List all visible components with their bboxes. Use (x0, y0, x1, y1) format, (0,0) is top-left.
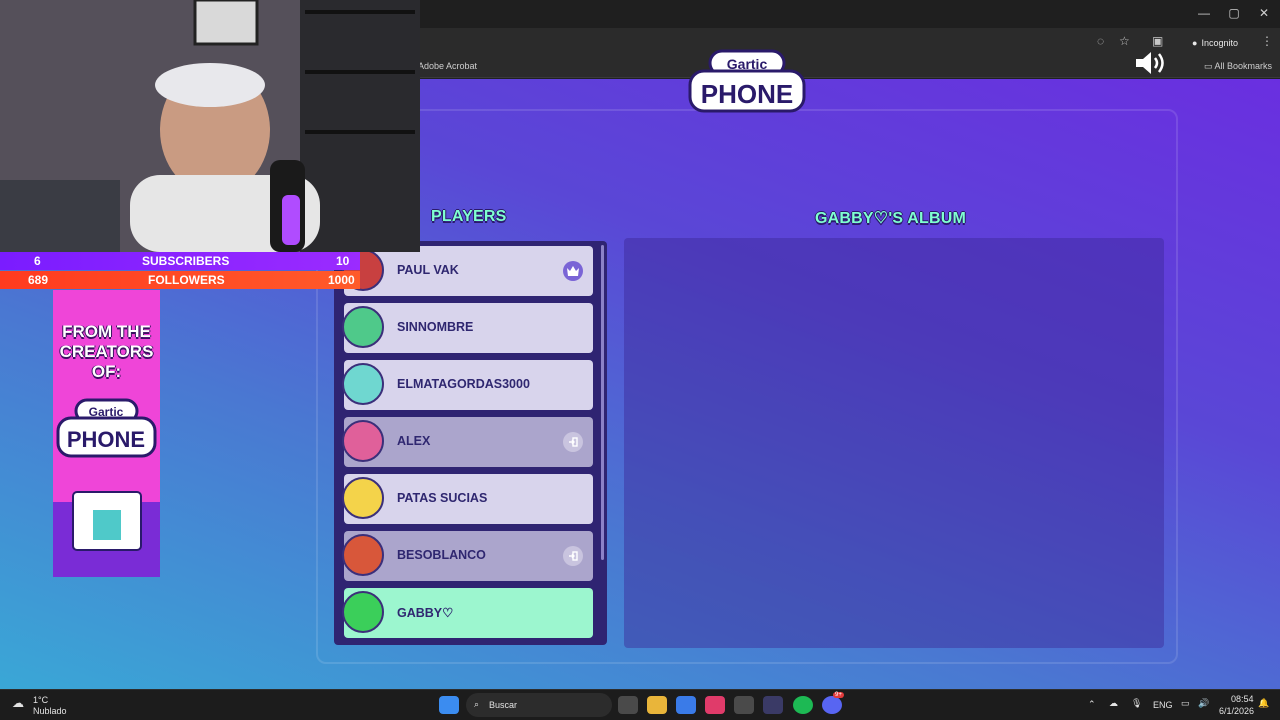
network-icon[interactable]: ▭ (1181, 698, 1190, 709)
followers-label: FOLLOWERS (148, 273, 225, 287)
exit-icon[interactable] (563, 546, 583, 566)
weather-temp[interactable]: 1°C (33, 695, 48, 705)
album-panel (624, 238, 1164, 648)
notification-icon[interactable]: 🔔 (1258, 698, 1269, 709)
player-avatar (342, 420, 384, 462)
tray-chevron-icon[interactable]: ⌃ (1088, 699, 1096, 710)
star-icon[interactable]: ☆ (1119, 34, 1130, 48)
restore-icon[interactable]: ▢ (1220, 6, 1248, 20)
player-avatar (342, 363, 384, 405)
player-card[interactable]: PATAS SUCIAS (342, 474, 593, 524)
search-placeholder: Buscar (489, 700, 518, 710)
discord-icon[interactable]: 9+ (822, 692, 844, 714)
app-icon[interactable] (763, 696, 783, 714)
volume-icon[interactable]: 🔊 (1198, 698, 1209, 709)
svg-text:PHONE: PHONE (67, 427, 145, 452)
spotify-icon[interactable] (793, 696, 813, 714)
subscribers-goal: 6 SUBSCRIBERS 10 (0, 252, 360, 270)
sound-icon[interactable] (1134, 50, 1166, 76)
players-title: PLAYERS (431, 208, 507, 225)
player-name: ELMATAGORDAS3000 (397, 377, 530, 391)
chrome-icon[interactable] (676, 696, 696, 714)
promo-banner: FROM THE CREATORS OF: Gartic PHONE (53, 290, 160, 577)
svg-text:PHONE: PHONE (701, 79, 793, 109)
tab-search-icon[interactable]: ▣ (1152, 34, 1163, 48)
subs-goal: 10 (336, 254, 350, 268)
webcam-image (0, 0, 420, 252)
menu-icon[interactable]: ⋮ (1261, 34, 1273, 48)
crown-icon (563, 261, 583, 281)
svg-text:Gartic: Gartic (89, 405, 124, 419)
tiktok-icon[interactable] (705, 696, 725, 714)
player-name: SINNOMBRE (397, 320, 474, 334)
incognito-indicator[interactable]: ● Incognito (1188, 34, 1250, 52)
taskbar-search[interactable]: ⌕ Buscar (466, 693, 612, 717)
player-avatar (342, 477, 384, 519)
all-bookmarks[interactable]: ▭ All Bookmarks (1204, 61, 1272, 72)
close-icon[interactable]: ✕ (1250, 6, 1278, 20)
subs-label: SUBSCRIBERS (142, 254, 230, 268)
player-name: GABBY♡ (397, 606, 454, 620)
search-icon: ⌕ (474, 699, 480, 709)
windows-taskbar: ☁ 1°C Nublado ⌕ Buscar 9+ ⌃ ☁ 🎙 ENG ▭ 🔊 … (0, 689, 1280, 720)
player-card[interactable]: ALEX (342, 417, 593, 467)
obs-icon[interactable] (734, 696, 754, 714)
onedrive-icon[interactable]: ☁ (1109, 698, 1118, 709)
webcam-feed (0, 0, 420, 252)
player-card[interactable]: SINNOMBRE (342, 303, 593, 353)
followers-count: 689 (28, 273, 49, 287)
discord-badge: 9+ (833, 692, 844, 698)
folder-icon: ▭ (1204, 61, 1215, 71)
clock-date[interactable]: 6/1/2026 (1219, 706, 1254, 716)
player-name: ALEX (397, 434, 431, 448)
language-indicator[interactable]: ENG (1153, 700, 1173, 710)
player-card[interactable]: BESOBLANCO (342, 531, 593, 581)
player-card[interactable]: ELMATAGORDAS3000 (342, 360, 593, 410)
exit-icon[interactable] (563, 432, 583, 452)
all-bookmarks-label: All Bookmarks (1214, 61, 1273, 71)
followers-goal: 689 FOLLOWERS 1000 (0, 271, 360, 289)
players-scrollbar[interactable] (601, 245, 604, 560)
followers-goal-value: 1000 (328, 273, 355, 287)
mic-icon[interactable]: 🎙 (1131, 698, 1142, 709)
svg-text:Gartic: Gartic (727, 56, 768, 72)
promo-logo: Gartic PHONE (56, 398, 157, 458)
stream-goals: 6 SUBSCRIBERS 10 689 FOLLOWERS 1000 (0, 252, 420, 290)
player-avatar (342, 534, 384, 576)
promo-illustration (53, 491, 160, 577)
player-name: BESOBLANCO (397, 548, 486, 562)
incognito-label: Incognito (1201, 38, 1238, 48)
player-name: PATAS SUCIAS (397, 491, 488, 505)
windows-start-icon[interactable] (439, 696, 459, 714)
player-card-active[interactable]: GABBY♡ (342, 588, 593, 638)
subs-count: 6 (34, 254, 41, 268)
players-list[interactable]: PAUL VAK SINNOMBRE ELMATAGORDAS3000 ALEX… (334, 241, 607, 645)
file-explorer-icon[interactable] (647, 696, 667, 714)
task-view-icon[interactable] (618, 696, 638, 714)
eye-off-icon[interactable]: ◌ (1097, 34, 1104, 48)
cloud-icon: ☁ (12, 696, 24, 710)
bookmark-adobe-acrobat[interactable]: Adobe Acrobat (418, 61, 477, 71)
minimize-icon[interactable]: — (1190, 6, 1218, 20)
incognito-icon: ● (1192, 38, 1198, 48)
player-avatar (342, 591, 384, 633)
clock-time[interactable]: 08:54 (1231, 694, 1254, 704)
weather-desc[interactable]: Nublado (33, 706, 67, 716)
player-avatar (342, 306, 384, 348)
promo-text: FROM THE CREATORS OF: (59, 322, 154, 381)
album-title: GABBY♡'S ALBUM (815, 210, 967, 227)
gartic-phone-logo: Gartic PHONE (688, 49, 806, 113)
